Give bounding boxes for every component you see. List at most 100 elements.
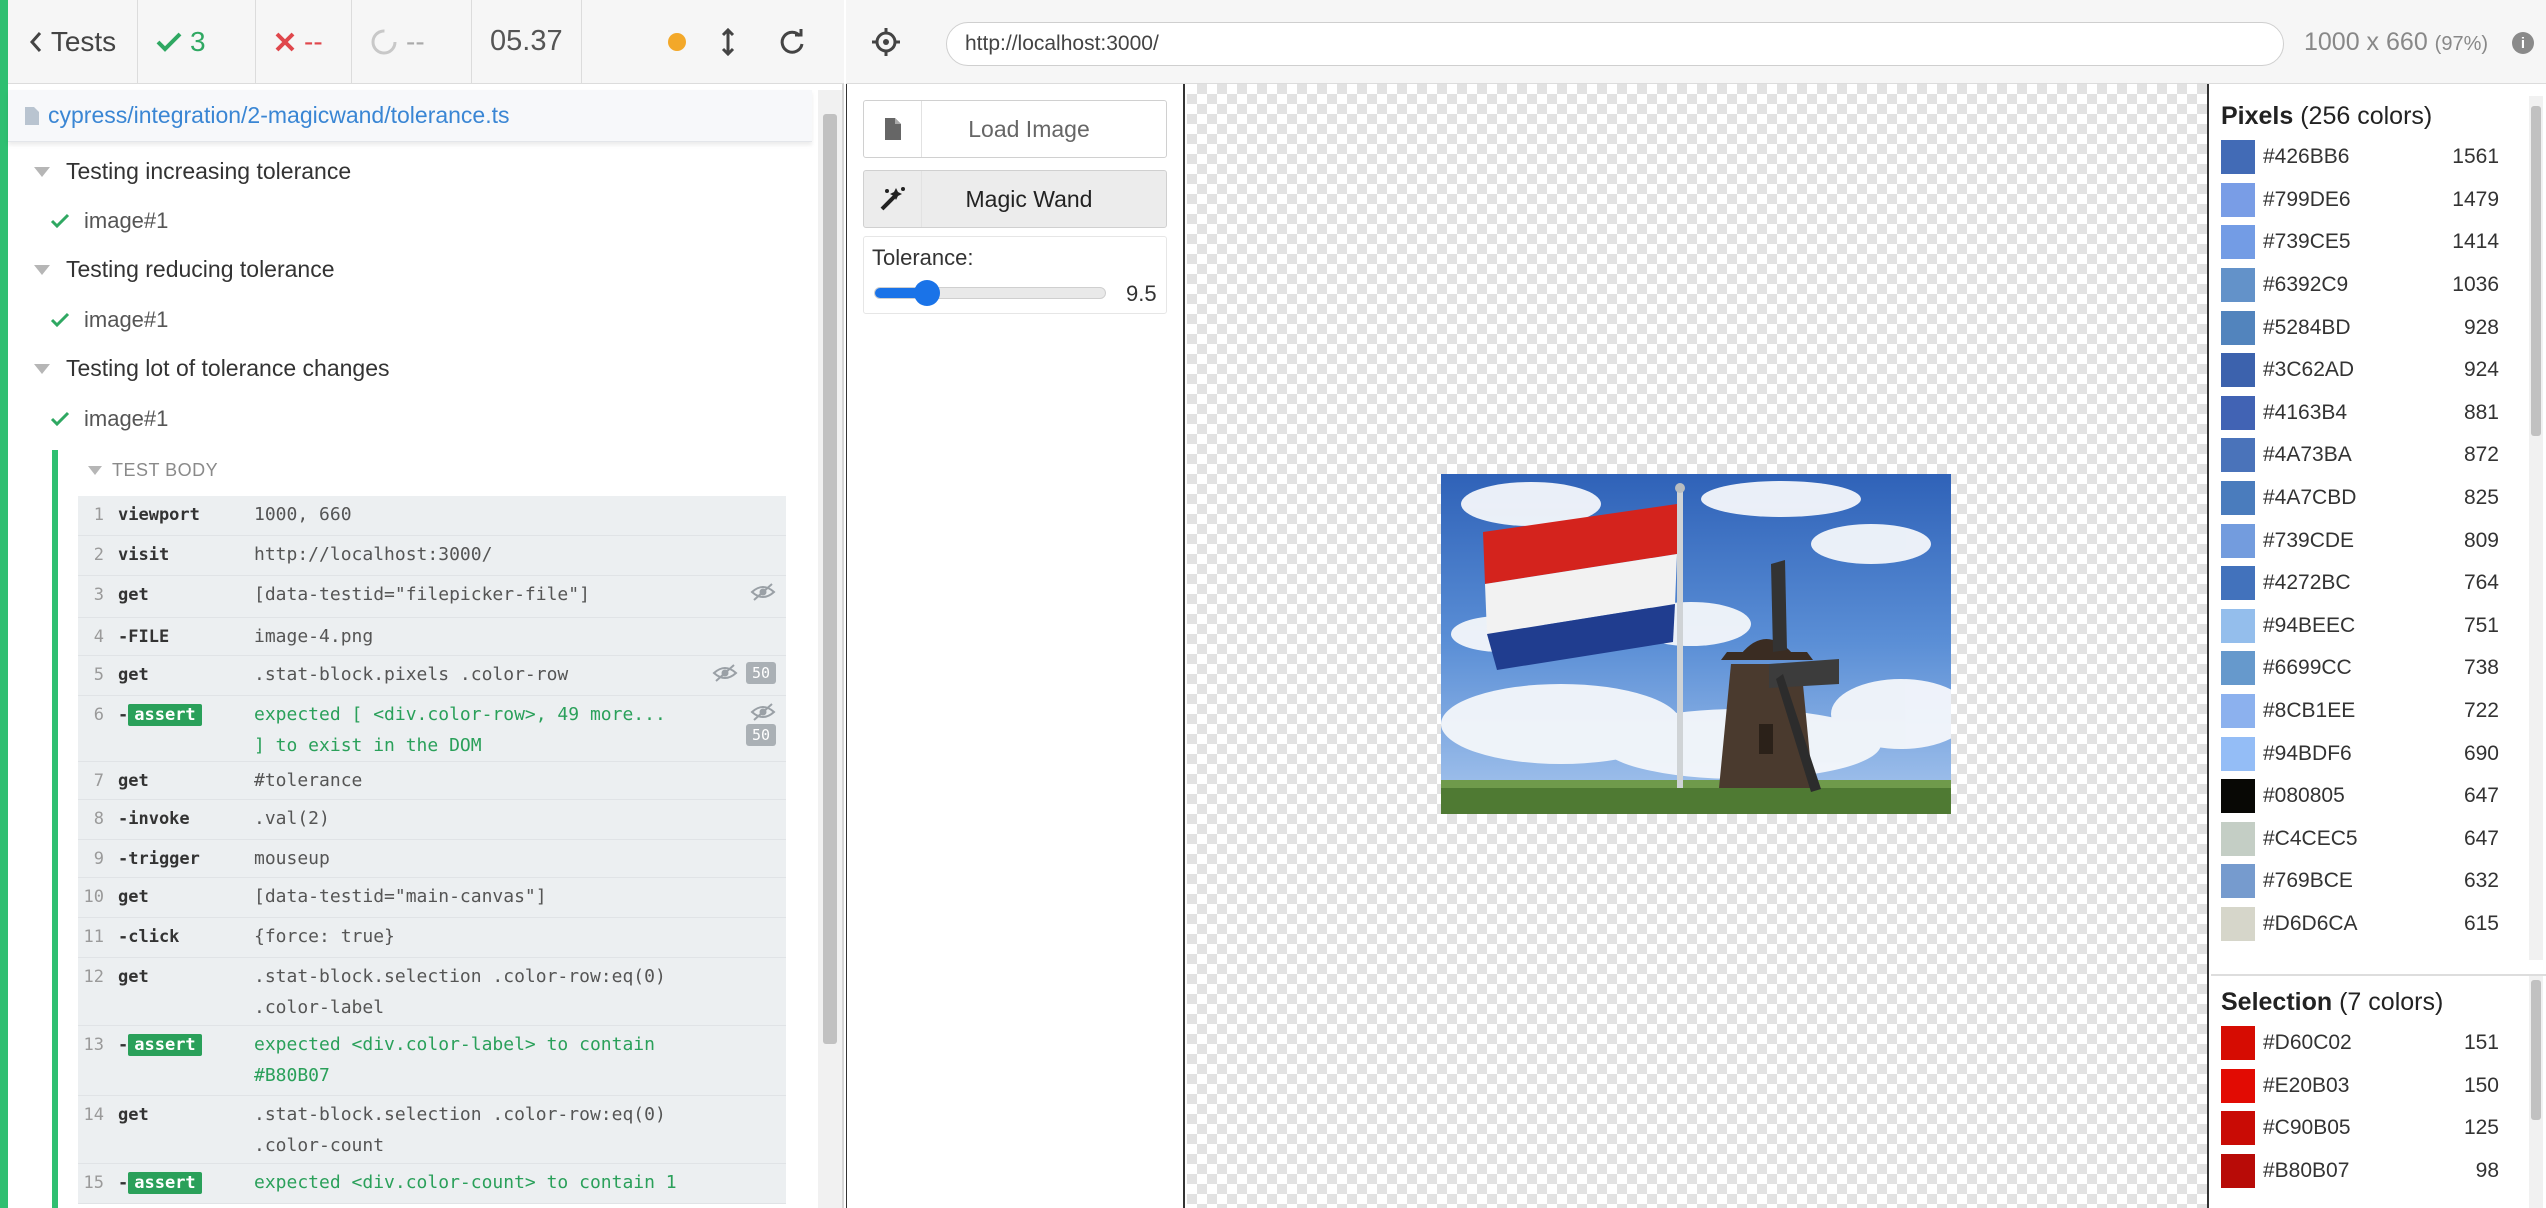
command-row[interactable]: 7 get #tolerance <box>78 762 786 800</box>
color-row[interactable]: #426BB6 1561 <box>2211 136 2546 179</box>
command-row[interactable]: 12 get .stat-block.selection .color-row:eq… <box>78 958 786 1026</box>
color-row[interactable]: #B80B07 98 <box>2211 1150 2546 1193</box>
main-canvas[interactable] <box>1187 84 2209 1208</box>
command-name: get <box>118 585 149 605</box>
pixels-scrollbar[interactable] <box>2529 96 2543 960</box>
color-count: 738 <box>2463 656 2499 680</box>
url-bar[interactable]: http://localhost:3000/ <box>946 22 2284 66</box>
command-row[interactable]: 8 -invoke .val(2) <box>78 800 786 840</box>
suite-title[interactable]: Testing lot of tolerance changes <box>34 355 389 382</box>
color-row[interactable]: #C4CEC5 647 <box>2211 818 2546 861</box>
color-row[interactable]: #739CE5 1414 <box>2211 221 2546 264</box>
scrollbar-thumb[interactable] <box>823 114 837 1044</box>
color-row[interactable]: #739CDE 809 <box>2211 519 2546 562</box>
color-swatch <box>2221 395 2255 430</box>
color-row[interactable]: #D6D6CA 615 <box>2211 903 2546 946</box>
color-label: #080805 <box>2263 784 2345 808</box>
color-count: 1561 <box>2452 145 2499 169</box>
suite-title[interactable]: Testing reducing tolerance <box>34 256 335 283</box>
selection-scrollbar[interactable] <box>2529 976 2543 1208</box>
color-count: 647 <box>2463 784 2499 808</box>
command-row[interactable]: 3 get [data-testid="filepicker-file"] <box>78 576 786 618</box>
check-icon <box>50 411 70 427</box>
color-row[interactable]: #E20B03 150 <box>2211 1065 2546 1108</box>
test-title[interactable]: image#1 <box>50 208 168 234</box>
tests-back-button[interactable]: Tests <box>8 0 138 84</box>
command-row[interactable]: 11 -click {force: true} <box>78 918 786 958</box>
command-number: 9 <box>93 849 104 869</box>
hidden-eye-icon <box>750 703 776 721</box>
command-row[interactable]: 2 visit http://localhost:3000/ <box>78 536 786 576</box>
command-name: get <box>118 967 149 987</box>
magic-wand-icon <box>864 171 922 227</box>
test-title[interactable]: image#1 <box>50 406 168 432</box>
command-row[interactable]: 14 get .stat-block.selection .color-row:eq… <box>78 1096 786 1164</box>
command-row[interactable]: 13 - assert expected <div.color-label> to … <box>78 1026 786 1096</box>
color-row[interactable]: #D60C02 151 <box>2211 1022 2546 1065</box>
color-count: 150 <box>2463 1073 2499 1097</box>
color-row[interactable]: #C90B05 125 <box>2211 1107 2546 1150</box>
spec-path[interactable]: cypress/integration/2-magicwand/toleranc… <box>8 90 812 142</box>
color-row[interactable]: #94BDF6 690 <box>2211 732 2546 775</box>
command-name: - assert <box>118 1034 254 1056</box>
command-name: - assert <box>118 1172 254 1194</box>
info-icon[interactable]: i <box>2512 32 2534 54</box>
color-swatch <box>2221 694 2255 729</box>
color-row[interactable]: #5284BD 928 <box>2211 306 2546 349</box>
command-row[interactable]: 10 get [data-testid="main-canvas"] <box>78 878 786 918</box>
test-body-toggle[interactable]: TEST BODY <box>88 460 218 481</box>
reporter-scrollbar[interactable] <box>818 90 842 1208</box>
scrollbar-thumb[interactable] <box>2531 106 2541 436</box>
color-count: 809 <box>2463 528 2499 552</box>
color-row[interactable]: #3C62AD 924 <box>2211 349 2546 392</box>
color-row[interactable]: #6392C9 1036 <box>2211 264 2546 307</box>
color-label: #6699CC <box>2263 656 2352 680</box>
runnables-list: Testing increasing tolerance image#1 Tes… <box>8 144 812 1208</box>
viewport-info[interactable]: 1000 x 660 (97%) <box>2304 28 2488 57</box>
color-swatch <box>2221 182 2255 217</box>
command-name: -invoke <box>118 809 190 829</box>
color-row[interactable]: #4163B4 881 <box>2211 392 2546 435</box>
assert-badge: assert <box>128 704 202 726</box>
magic-wand-button[interactable]: Magic Wand <box>863 170 1167 228</box>
load-image-button[interactable]: Load Image <box>863 100 1167 158</box>
selector-playground-button[interactable] <box>866 22 906 62</box>
color-swatch <box>2221 1026 2255 1061</box>
suite-title[interactable]: Testing increasing tolerance <box>34 158 351 185</box>
color-row[interactable]: #799DE6 1479 <box>2211 179 2546 222</box>
restart-icon[interactable] <box>778 28 806 56</box>
color-row[interactable]: #94BEEC 751 <box>2211 605 2546 648</box>
color-count: 1036 <box>2452 273 2499 297</box>
command-row[interactable]: 4 -FILE image-4.png <box>78 618 786 656</box>
command-row[interactable]: 5 get .stat-block.pixels .color-row 50 <box>78 656 786 696</box>
color-row[interactable]: #4A7CBD 825 <box>2211 477 2546 520</box>
scrollbar-thumb[interactable] <box>2531 980 2541 1120</box>
chevron-left-icon <box>29 31 41 52</box>
failed-count: -- <box>256 0 352 84</box>
command-message: expected <div.color-count> to contain 1 <box>254 1172 677 1193</box>
test-title[interactable]: image#1 <box>50 307 168 333</box>
caret-down-icon <box>34 166 50 177</box>
command-row[interactable]: 9 -trigger mouseup <box>78 840 786 878</box>
command-number: 6 <box>93 705 104 725</box>
color-row[interactable]: #4A73BA 872 <box>2211 434 2546 477</box>
color-row[interactable]: #8CB1EE 722 <box>2211 690 2546 733</box>
command-row[interactable]: 15 - assert expected <div.color-count> to … <box>78 1164 786 1204</box>
command-number: 5 <box>93 665 104 685</box>
command-row[interactable]: 1 viewport 1000, 660 <box>78 496 786 536</box>
color-row[interactable]: #6699CC 738 <box>2211 647 2546 690</box>
command-number: 13 <box>83 1035 104 1055</box>
color-row[interactable]: #4272BC 764 <box>2211 562 2546 605</box>
tolerance-slider-thumb[interactable] <box>913 280 940 306</box>
tolerance-slider[interactable] <box>874 280 1106 306</box>
color-label: #94BEEC <box>2263 613 2356 637</box>
color-row[interactable]: #769BCE 632 <box>2211 860 2546 903</box>
color-row[interactable]: #080805 647 <box>2211 775 2546 818</box>
command-row[interactable]: 6 - assert expected [ <div.color-row>, 49 … <box>78 696 786 762</box>
command-message: [data-testid="filepicker-file"] <box>254 584 590 605</box>
auto-scroll-icon[interactable] <box>720 27 736 56</box>
duration: 05.37 <box>472 0 582 84</box>
assert-badge: assert <box>128 1034 202 1056</box>
command-number: 3 <box>93 585 104 605</box>
color-count: 615 <box>2463 911 2499 935</box>
